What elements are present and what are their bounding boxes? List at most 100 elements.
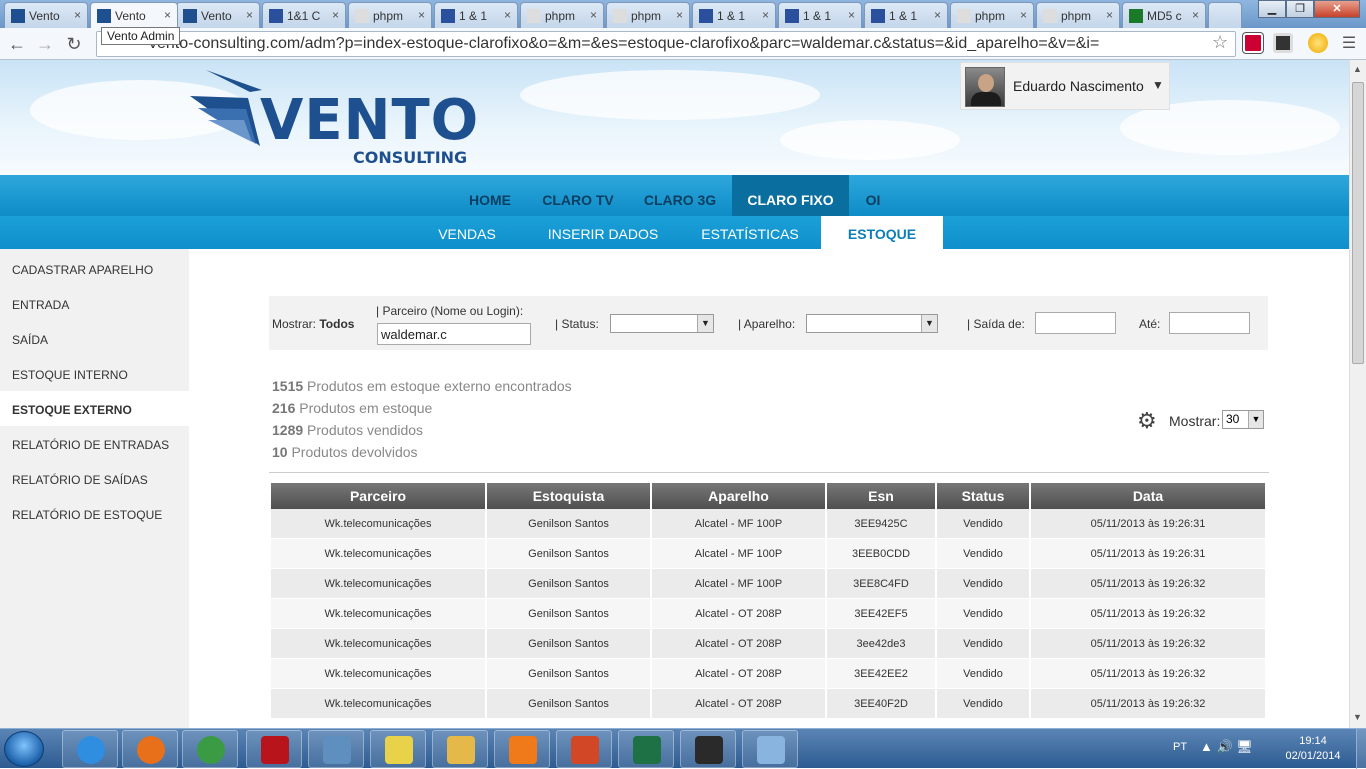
sidebar-item-estoque-interno[interactable]: ESTOQUE INTERNO bbox=[0, 356, 189, 391]
restore-icon[interactable]: ❐ bbox=[1286, 0, 1314, 18]
table-row[interactable]: Wk.telecomunicações Genilson Santos Alcate… bbox=[271, 659, 1267, 689]
extension-icon[interactable] bbox=[1308, 33, 1328, 53]
vertical-scrollbar[interactable]: ▲ ▼ bbox=[1349, 60, 1366, 728]
status-select[interactable]: ▼ bbox=[610, 314, 714, 333]
clock[interactable]: 19:14 02/01/2014 bbox=[1278, 734, 1348, 764]
close-tab-icon[interactable]: × bbox=[164, 8, 171, 22]
sidebar-item-saida[interactable]: SAÍDA bbox=[0, 321, 189, 356]
date-from-input[interactable] bbox=[1035, 312, 1116, 334]
close-tab-icon[interactable]: × bbox=[590, 8, 597, 22]
table-row[interactable]: Wk.telecomunicações Genilson Santos Alcate… bbox=[271, 539, 1267, 569]
browser-tab[interactable]: phpm × bbox=[950, 2, 1034, 28]
taskbar-app-image-viewer[interactable] bbox=[308, 730, 364, 768]
taskbar-app-firefox[interactable] bbox=[122, 730, 178, 768]
browser-tab[interactable]: Vento × bbox=[176, 2, 260, 28]
close-window-icon[interactable]: ✕ bbox=[1314, 0, 1360, 18]
tray-icons[interactable]: ▲ 🔊 🖥 bbox=[1200, 739, 1253, 755]
page-size-select[interactable]: 30 ▼ bbox=[1222, 410, 1264, 429]
sidebar-item-cadastrar-aparelho[interactable]: CADASTRAR APARELHO bbox=[0, 251, 189, 286]
browser-tab[interactable]: 1 & 1 × bbox=[692, 2, 776, 28]
taskbar-app-internet-explorer[interactable] bbox=[62, 730, 118, 768]
partner-input[interactable] bbox=[377, 323, 531, 345]
close-tab-icon[interactable]: × bbox=[762, 8, 769, 22]
sidebar-item-relatorio-saidas[interactable]: RELATÓRIO DE SAÍDAS bbox=[0, 461, 189, 496]
nav-claro-3g[interactable]: CLARO 3G bbox=[634, 175, 726, 216]
minimize-icon[interactable]: ▁ bbox=[1258, 0, 1286, 18]
scroll-up-icon[interactable]: ▲ bbox=[1353, 64, 1362, 74]
browser-tab[interactable]: 1 & 1 × bbox=[864, 2, 948, 28]
table-row[interactable]: Wk.telecomunicações Genilson Santos Alcate… bbox=[271, 689, 1267, 719]
browser-tab[interactable]: phpm × bbox=[348, 2, 432, 28]
taskbar-app-chrome[interactable] bbox=[182, 730, 238, 768]
reload-icon[interactable]: ↻ bbox=[63, 33, 85, 55]
scroll-thumb[interactable] bbox=[1352, 82, 1364, 364]
nav-claro-tv[interactable]: CLARO TV bbox=[534, 175, 622, 216]
close-tab-icon[interactable]: × bbox=[1020, 8, 1027, 22]
subnav-vendas[interactable]: VENDAS bbox=[423, 216, 511, 249]
taskbar-app-paint[interactable] bbox=[742, 730, 798, 768]
browser-tab[interactable]: 1 & 1 × bbox=[778, 2, 862, 28]
browser-tab[interactable]: MD5 c × bbox=[1122, 2, 1206, 28]
table-row[interactable]: Wk.telecomunicações Genilson Santos Alcate… bbox=[271, 509, 1267, 539]
taskbar-app-avast[interactable] bbox=[494, 730, 550, 768]
col-esn[interactable]: Esn bbox=[827, 483, 937, 509]
close-tab-icon[interactable]: × bbox=[246, 8, 253, 22]
table-row[interactable]: Wk.telecomunicações Genilson Santos Alcate… bbox=[271, 599, 1267, 629]
extension-icon[interactable] bbox=[1273, 33, 1293, 53]
taskbar-app-filezilla[interactable] bbox=[246, 730, 302, 768]
taskbar-app-file-explorer[interactable] bbox=[432, 730, 488, 768]
sidebar-item-entrada[interactable]: ENTRADA bbox=[0, 286, 189, 321]
col-estoquista[interactable]: Estoquista bbox=[487, 483, 652, 509]
close-tab-icon[interactable]: × bbox=[504, 8, 511, 22]
nav-claro-fixo[interactable]: CLARO FIXO bbox=[732, 175, 849, 216]
subnav-estatisticas[interactable]: ESTATÍSTICAS bbox=[690, 216, 810, 249]
bookmark-star-icon[interactable]: ☆ bbox=[1212, 32, 1228, 53]
language-indicator[interactable]: PT bbox=[1173, 741, 1187, 753]
close-tab-icon[interactable]: × bbox=[676, 8, 683, 22]
sidebar-item-relatorio-entradas[interactable]: RELATÓRIO DE ENTRADAS bbox=[0, 426, 189, 461]
sidebar-item-relatorio-estoque[interactable]: RELATÓRIO DE ESTOQUE bbox=[0, 496, 189, 531]
extension-icon[interactable] bbox=[1243, 33, 1263, 53]
close-tab-icon[interactable]: × bbox=[74, 8, 81, 22]
taskbar-app-chart-app[interactable] bbox=[680, 730, 736, 768]
subnav-estoque[interactable]: ESTOQUE bbox=[821, 216, 943, 249]
sidebar-item-estoque-externo[interactable]: ESTOQUE EXTERNO bbox=[0, 391, 189, 426]
subnav-inserir-dados[interactable]: INSERIR DADOS bbox=[538, 216, 668, 249]
col-parceiro[interactable]: Parceiro bbox=[271, 483, 487, 509]
browser-tab[interactable]: phpm × bbox=[1036, 2, 1120, 28]
browser-tab[interactable]: Vento × bbox=[4, 2, 88, 28]
close-tab-icon[interactable]: × bbox=[418, 8, 425, 22]
menu-icon[interactable]: ☰ bbox=[1338, 33, 1360, 55]
browser-tab[interactable]: Vento × bbox=[90, 2, 178, 28]
browser-tab[interactable]: 1&1 C × bbox=[262, 2, 346, 28]
close-tab-icon[interactable]: × bbox=[1192, 8, 1199, 22]
col-data[interactable]: Data bbox=[1031, 483, 1267, 509]
taskbar-app-powerpoint[interactable] bbox=[556, 730, 612, 768]
nav-home[interactable]: HOME bbox=[458, 175, 522, 216]
browser-tab[interactable]: phpm × bbox=[606, 2, 690, 28]
date-to-input[interactable] bbox=[1169, 312, 1250, 334]
scroll-down-icon[interactable]: ▼ bbox=[1353, 712, 1362, 722]
table-row[interactable]: Wk.telecomunicações Genilson Santos Alcate… bbox=[271, 629, 1267, 659]
taskbar-app-excel[interactable] bbox=[618, 730, 674, 768]
show-desktop-button[interactable] bbox=[1356, 729, 1366, 769]
browser-tab[interactable]: 1 & 1 × bbox=[434, 2, 518, 28]
close-tab-icon[interactable]: × bbox=[1106, 8, 1113, 22]
col-aparelho[interactable]: Aparelho bbox=[652, 483, 827, 509]
table-row[interactable]: Wk.telecomunicações Genilson Santos Alcate… bbox=[271, 569, 1267, 599]
browser-tab[interactable]: phpm × bbox=[520, 2, 604, 28]
forward-icon[interactable]: → bbox=[34, 33, 56, 55]
new-tab-button[interactable] bbox=[1208, 2, 1242, 28]
gear-icon[interactable]: ⚙ bbox=[1137, 408, 1157, 434]
user-menu[interactable]: Eduardo Nascimento ▼ bbox=[960, 62, 1170, 110]
close-tab-icon[interactable]: × bbox=[332, 8, 339, 22]
taskbar-app-notes[interactable] bbox=[370, 730, 426, 768]
filter-show-value[interactable]: Todos bbox=[319, 317, 354, 331]
back-icon[interactable]: ← bbox=[6, 33, 28, 55]
start-button[interactable] bbox=[4, 731, 44, 767]
address-bar[interactable]: vento-consulting.com/adm?p=index-estoque… bbox=[96, 31, 1236, 57]
col-status[interactable]: Status bbox=[937, 483, 1031, 509]
site-logo[interactable]: VENTO CONSULTING bbox=[188, 68, 478, 168]
close-tab-icon[interactable]: × bbox=[848, 8, 855, 22]
nav-oi[interactable]: OI bbox=[855, 175, 891, 216]
